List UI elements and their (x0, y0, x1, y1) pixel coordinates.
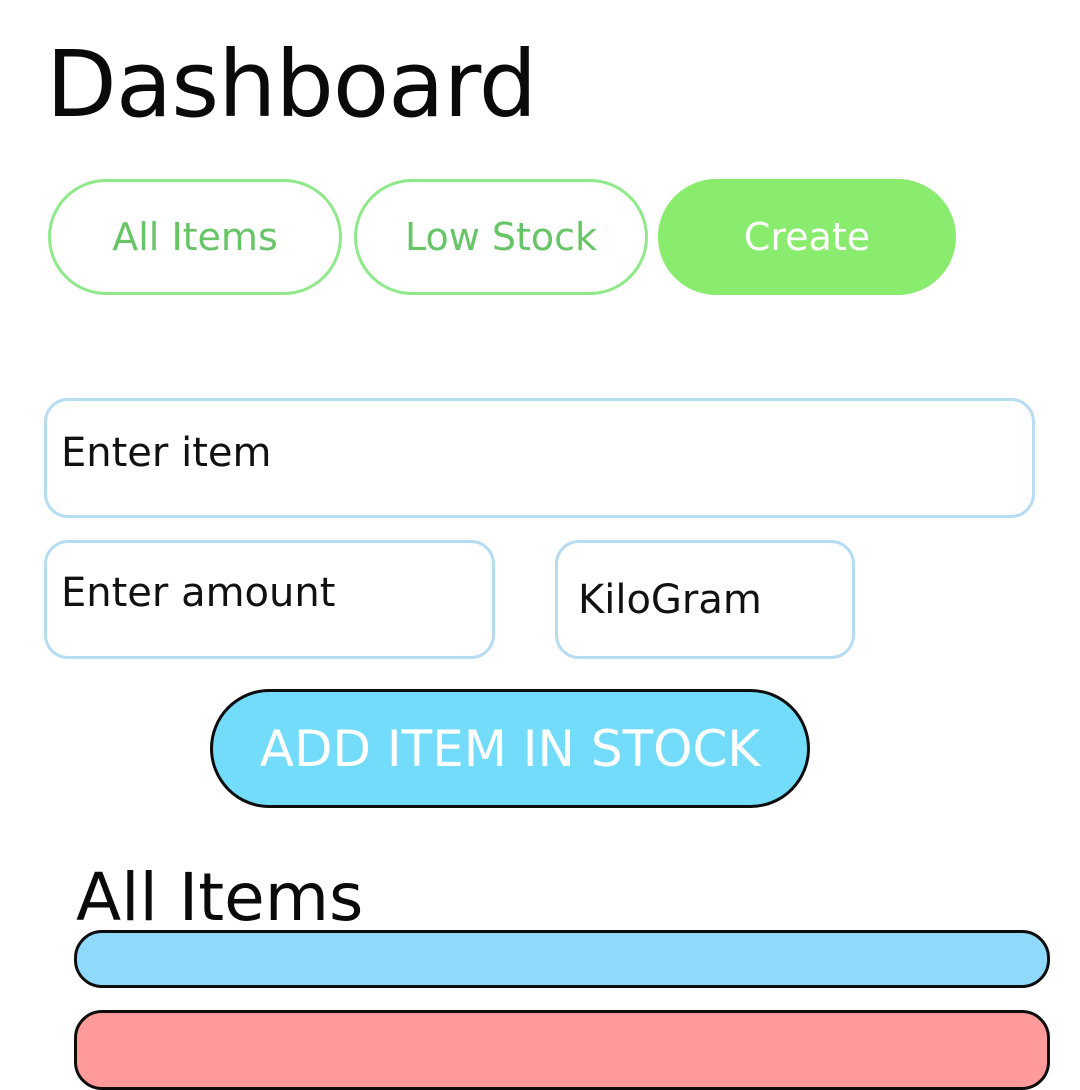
unit-select-value: KiloGram (578, 576, 762, 623)
stock-item-card[interactable] (74, 930, 1050, 988)
tab-all-items[interactable]: All Items (48, 179, 342, 295)
all-items-heading: All Items (76, 859, 364, 936)
page-title: Dashboard (46, 31, 537, 138)
unit-select[interactable]: KiloGram (555, 540, 855, 659)
item-input[interactable] (44, 398, 1035, 518)
tab-low-stock[interactable]: Low Stock (354, 179, 648, 295)
stock-item-card-low[interactable] (74, 1010, 1050, 1090)
tab-create[interactable]: Create (658, 179, 956, 295)
amount-input[interactable] (44, 540, 495, 659)
add-item-button[interactable]: ADD ITEM IN STOCK (210, 689, 810, 808)
